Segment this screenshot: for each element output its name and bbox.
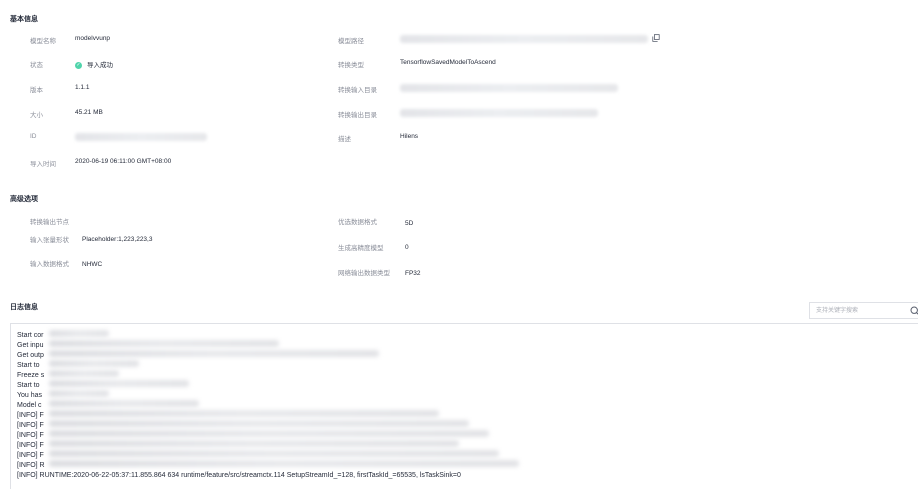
log-search-box — [809, 302, 918, 319]
conversion-type-label: 转换类型 — [338, 62, 364, 69]
model-path-redacted — [400, 35, 648, 43]
conversion-input-dir-label: 转换输入目录 — [338, 87, 377, 94]
log-line: Start cor — [17, 332, 44, 339]
conversion-input-dir-redacted — [400, 84, 618, 92]
input-format-value: NHWC — [82, 261, 103, 268]
model-name-value: modelvvunp — [75, 35, 111, 42]
conversion-output-dir-label: 转换输出目录 — [338, 112, 377, 119]
version-value: 1.1.1 — [75, 84, 90, 91]
output-nodes-label: 转换输出节点 — [30, 219, 69, 226]
log-line: [INFO] F — [17, 422, 44, 429]
search-icon[interactable] — [910, 306, 918, 316]
log-line: [INFO] RUNTIME:2020-06-22-05:37:11.855.8… — [17, 472, 461, 479]
log-redaction — [49, 430, 489, 437]
log-line: [INFO] F — [17, 452, 44, 459]
import-time-label: 导入时间 — [30, 161, 56, 168]
high-precision-value: 0 — [405, 244, 409, 251]
log-line: Get outp — [17, 352, 44, 359]
log-redaction — [49, 390, 109, 397]
size-label: 大小 — [30, 112, 43, 119]
status-label: 状态 — [30, 62, 43, 69]
version-label: 版本 — [30, 87, 43, 94]
log-line: [INFO] F — [17, 432, 44, 439]
copy-icon[interactable] — [652, 34, 660, 42]
conversion-output-dir-redacted — [400, 109, 598, 117]
log-panel[interactable]: Start cor Get inpu Get outp Start to Fre… — [10, 323, 918, 489]
import-time-value: 2020-06-19 06:11:00 GMT+08:00 — [75, 158, 172, 165]
log-line: Get inpu — [17, 342, 44, 349]
description-label: 描述 — [338, 136, 351, 143]
log-search-input[interactable] — [816, 306, 896, 316]
log-redaction — [49, 420, 469, 427]
log-line: [INFO] F — [17, 412, 44, 419]
log-redaction — [49, 370, 119, 377]
log-line: Freeze s — [17, 372, 45, 379]
basic-info-title: 基本信息 — [10, 16, 38, 23]
model-name-label: 模型名称 — [30, 38, 56, 45]
log-redaction — [49, 330, 109, 337]
conversion-type-value: TensorflowSavedModelToAscend — [400, 59, 496, 66]
log-redaction — [49, 350, 379, 357]
id-value-redacted — [75, 133, 207, 141]
log-redaction — [49, 380, 189, 387]
log-redaction — [49, 360, 139, 367]
log-line: [INFO] R — [17, 462, 45, 469]
description-value: Hilens — [400, 133, 419, 140]
output-dtype-value: FP32 — [405, 270, 421, 277]
log-redaction — [49, 340, 279, 347]
log-line: Start to — [17, 382, 40, 389]
model-path-label: 模型路径 — [338, 38, 364, 45]
input-format-label: 输入数据格式 — [30, 261, 69, 268]
log-info-title: 日志信息 — [10, 304, 38, 311]
log-line: You has — [17, 392, 43, 399]
log-redaction — [49, 450, 499, 457]
output-dtype-label: 网络输出数据类型 — [338, 270, 390, 277]
high-precision-label: 生成高精度模型 — [338, 245, 384, 252]
input-shape-label: 输入张量形状 — [30, 237, 69, 244]
log-redaction — [49, 410, 439, 417]
preferred-format-value: 5D — [405, 220, 414, 227]
advanced-options-title: 高级选项 — [10, 196, 38, 203]
input-shape-value: Placeholder:1,223,223,3 — [82, 236, 153, 243]
log-redaction — [49, 400, 199, 407]
status-value: ✓ 导入成功 — [75, 59, 113, 69]
log-line: [INFO] F — [17, 442, 44, 449]
log-line: Start to — [17, 362, 40, 369]
status-text: 导入成功 — [87, 62, 113, 69]
log-redaction — [49, 440, 459, 447]
id-label: ID — [30, 133, 37, 140]
preferred-format-label: 优选数据格式 — [338, 219, 377, 226]
success-check-icon: ✓ — [75, 61, 82, 69]
log-redaction — [49, 460, 519, 467]
size-value: 45.21 MB — [75, 109, 103, 116]
log-line: Model c — [17, 402, 42, 409]
